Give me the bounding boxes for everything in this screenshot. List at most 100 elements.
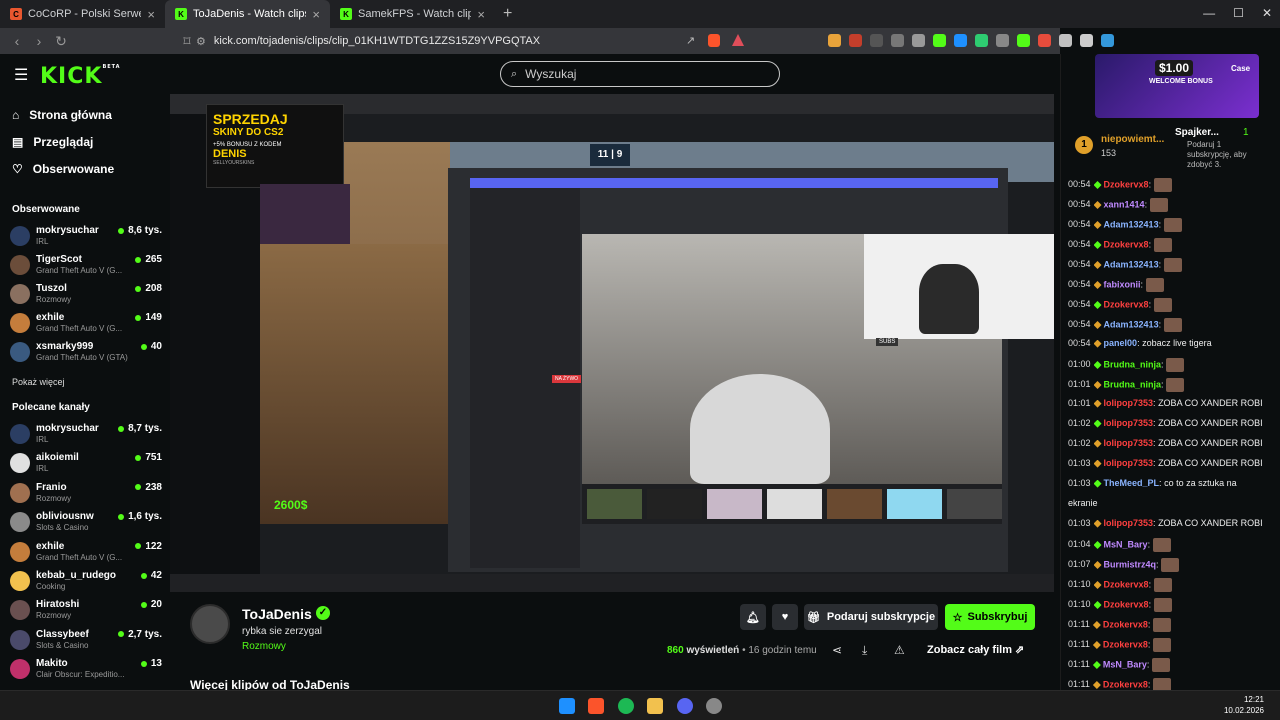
chat-username[interactable]: Dzokervx8 xyxy=(1103,639,1148,649)
tab-1[interactable]: K ToJaDenis - Watch clips on Kick × xyxy=(165,0,330,28)
extension-icon[interactable] xyxy=(996,34,1009,47)
promo-banner[interactable]: $1.00 WELCOME BONUS Case xyxy=(1095,54,1259,118)
tab-0[interactable]: C CoCoRP - Polski Serwer GTA RP Whit × xyxy=(0,0,165,28)
search-input[interactable]: ⌕ Wyszukaj xyxy=(500,61,780,87)
close-window-button[interactable]: ✕ xyxy=(1262,6,1272,20)
url-field[interactable]: ⚙ kick.com/tojadenis/clips/clip_01KH1WTD… xyxy=(196,31,756,51)
sidebar-channel[interactable]: mokrysuchar IRL 8,6 tys. xyxy=(10,223,162,249)
extension-icon[interactable] xyxy=(1017,34,1030,47)
sidebar-channel[interactable]: exhile Grand Theft Auto V (G... 122 xyxy=(10,539,162,565)
sidebar-channel[interactable]: aikoiemil IRL 751 xyxy=(10,450,162,476)
sidebar-channel[interactable]: exhile Grand Theft Auto V (G... 149 xyxy=(10,310,162,336)
extension-icon[interactable] xyxy=(849,34,862,47)
forward-icon[interactable]: › xyxy=(28,33,50,49)
brave-shield-icon[interactable] xyxy=(708,34,720,47)
gift-subscription-button[interactable]: 🎁︎ Podaruj subskrypcje xyxy=(804,604,938,630)
chat-username[interactable]: MsN_Bary xyxy=(1104,539,1148,549)
follow-button[interactable]: ♥ xyxy=(772,604,798,630)
watch-full-video-link[interactable]: Zobacz cały film ⇗ xyxy=(927,643,1024,656)
sidebar-nav-item[interactable]: ▤ Przeglądaj xyxy=(12,135,93,149)
extension-icon[interactable] xyxy=(912,34,925,47)
brave-browser-icon[interactable] xyxy=(588,698,604,714)
avatar[interactable] xyxy=(190,604,230,644)
sidebar-channel[interactable]: kebab_u_rudego Cooking 42 xyxy=(10,568,162,594)
sidebar-channel[interactable]: Franio Rozmowy 238 xyxy=(10,480,162,506)
subscribe-button[interactable]: ☆ Subskrybuj xyxy=(945,604,1035,630)
share-icon[interactable]: ↗ xyxy=(686,34,695,47)
chat-username[interactable]: Dzokervx8 xyxy=(1104,299,1149,309)
windows-start-icon[interactable] xyxy=(559,698,575,714)
report-icon[interactable]: ⚠ xyxy=(894,643,905,657)
chat-username[interactable]: Dzokervx8 xyxy=(1103,619,1148,629)
site-info-icon[interactable]: ⚙ xyxy=(196,35,206,48)
menu-icon[interactable]: ☰ xyxy=(14,65,28,85)
download-icon[interactable]: ⤓ xyxy=(862,643,867,658)
category-link[interactable]: Rozmowy xyxy=(242,641,286,652)
chat-username[interactable]: Dzokervx8 xyxy=(1104,179,1149,189)
sidebar-channel[interactable]: obliviousnw Slots & Casino 1,6 tys. xyxy=(10,509,162,535)
chat-username[interactable]: panel00 xyxy=(1104,338,1138,348)
sidebar-channel[interactable]: Tuszol Rozmowy 208 xyxy=(10,281,162,307)
chat-username[interactable]: fabixonii xyxy=(1104,279,1141,289)
new-tab-button[interactable]: + xyxy=(503,5,512,23)
sidebar-nav-item[interactable]: ⌂ Strona główna xyxy=(12,108,112,122)
sidebar-channel[interactable]: Hiratoshi Rozmowy 20 xyxy=(10,597,162,623)
chat-username[interactable]: TheMeed_PL xyxy=(1104,478,1160,488)
spotify-icon[interactable] xyxy=(618,698,634,714)
sidebar-channel[interactable]: mokrysuchar IRL 8,7 tys. xyxy=(10,421,162,447)
chat-username[interactable]: Adam132413 xyxy=(1104,219,1159,229)
obs-icon[interactable] xyxy=(706,698,722,714)
sidebar-channel[interactable]: Makito Clair Obscur: Expeditio... 13 xyxy=(10,656,162,682)
clip-video-player[interactable]: 11 | 9 SPRZEDAJ SKINY DO CS2 +5% BONUSU … xyxy=(170,94,1054,592)
chat-username[interactable]: Dzokervx8 xyxy=(1104,239,1149,249)
maximize-button[interactable]: ☐ xyxy=(1233,6,1244,20)
extension-icon[interactable] xyxy=(933,34,946,47)
chat-username[interactable]: Burmistrz4q xyxy=(1104,559,1157,569)
extension-icon[interactable] xyxy=(1059,34,1072,47)
chat-username[interactable]: Adam132413 xyxy=(1104,259,1159,269)
extension-icon[interactable] xyxy=(828,34,841,47)
chat-username[interactable]: Dzokervx8 xyxy=(1104,579,1149,589)
chat-username[interactable]: Dzokervx8 xyxy=(1104,599,1149,609)
chat-username[interactable]: MsN_Bary xyxy=(1103,659,1147,669)
extension-icon[interactable] xyxy=(954,34,967,47)
discord-icon[interactable] xyxy=(677,698,693,714)
sidebar-nav-item[interactable]: ♡ Obserwowane xyxy=(12,162,114,176)
top-gifter-name[interactable]: niepowiemt... xyxy=(1101,134,1164,145)
extension-icon[interactable] xyxy=(870,34,883,47)
share-icon[interactable]: ⋖ xyxy=(832,643,842,657)
file-explorer-icon[interactable] xyxy=(647,698,663,714)
back-icon[interactable]: ‹ xyxy=(6,33,28,49)
sidebar-channel[interactable]: Classybeef Slots & Casino 2,7 tys. xyxy=(10,627,162,653)
close-tab-icon[interactable]: × xyxy=(477,7,485,22)
notification-bell-button[interactable]: 🔔︎ xyxy=(740,604,766,630)
sidebar-channel[interactable]: TigerScot Grand Theft Auto V (G... 265 xyxy=(10,252,162,278)
sidebar-channel[interactable]: xsmarky999 Grand Theft Auto V (GTA) 40 xyxy=(10,339,162,365)
close-tab-icon[interactable]: × xyxy=(312,7,320,22)
extension-icon[interactable] xyxy=(891,34,904,47)
chat-username[interactable]: xann1414 xyxy=(1104,199,1145,209)
chat-username[interactable]: lolipop7353 xyxy=(1104,418,1154,428)
extension-icon[interactable] xyxy=(975,34,988,47)
chat-username[interactable]: lolipop7353 xyxy=(1104,438,1154,448)
streamer-name[interactable]: ToJaDenis xyxy=(242,606,312,622)
chat-username[interactable]: lolipop7353 xyxy=(1104,458,1154,468)
reload-icon[interactable]: ↻ xyxy=(50,33,72,50)
bookmark-icon[interactable]: ⌑ xyxy=(176,33,198,50)
system-clock[interactable]: 12:21 10.02.2026 xyxy=(1224,694,1264,716)
kick-logo[interactable]: KICKBETA xyxy=(40,64,121,89)
show-more-link[interactable]: Pokaż więcej xyxy=(12,377,65,387)
minimize-button[interactable]: — xyxy=(1203,6,1215,20)
chat-username[interactable]: Dzokervx8 xyxy=(1103,679,1148,689)
extension-icon[interactable] xyxy=(1080,34,1093,47)
close-tab-icon[interactable]: × xyxy=(147,7,155,22)
chat-username[interactable]: Brudna_ninja xyxy=(1104,379,1162,389)
chat-username[interactable]: Adam132413 xyxy=(1104,319,1159,329)
chat-username[interactable]: lolipop7353 xyxy=(1104,518,1154,528)
ad-banner[interactable]: SPRZEDAJ SKINY DO CS2 +5% BONUSU Z KODEM… xyxy=(206,104,344,188)
extension-icon[interactable] xyxy=(1038,34,1051,47)
extension-icon[interactable] xyxy=(1101,34,1114,47)
chat-username[interactable]: lolipop7353 xyxy=(1104,398,1154,408)
tab-2[interactable]: K SamekFPS - Watch clips on Kick × xyxy=(330,0,495,28)
second-gifter[interactable]: Spajker... xyxy=(1175,127,1219,138)
